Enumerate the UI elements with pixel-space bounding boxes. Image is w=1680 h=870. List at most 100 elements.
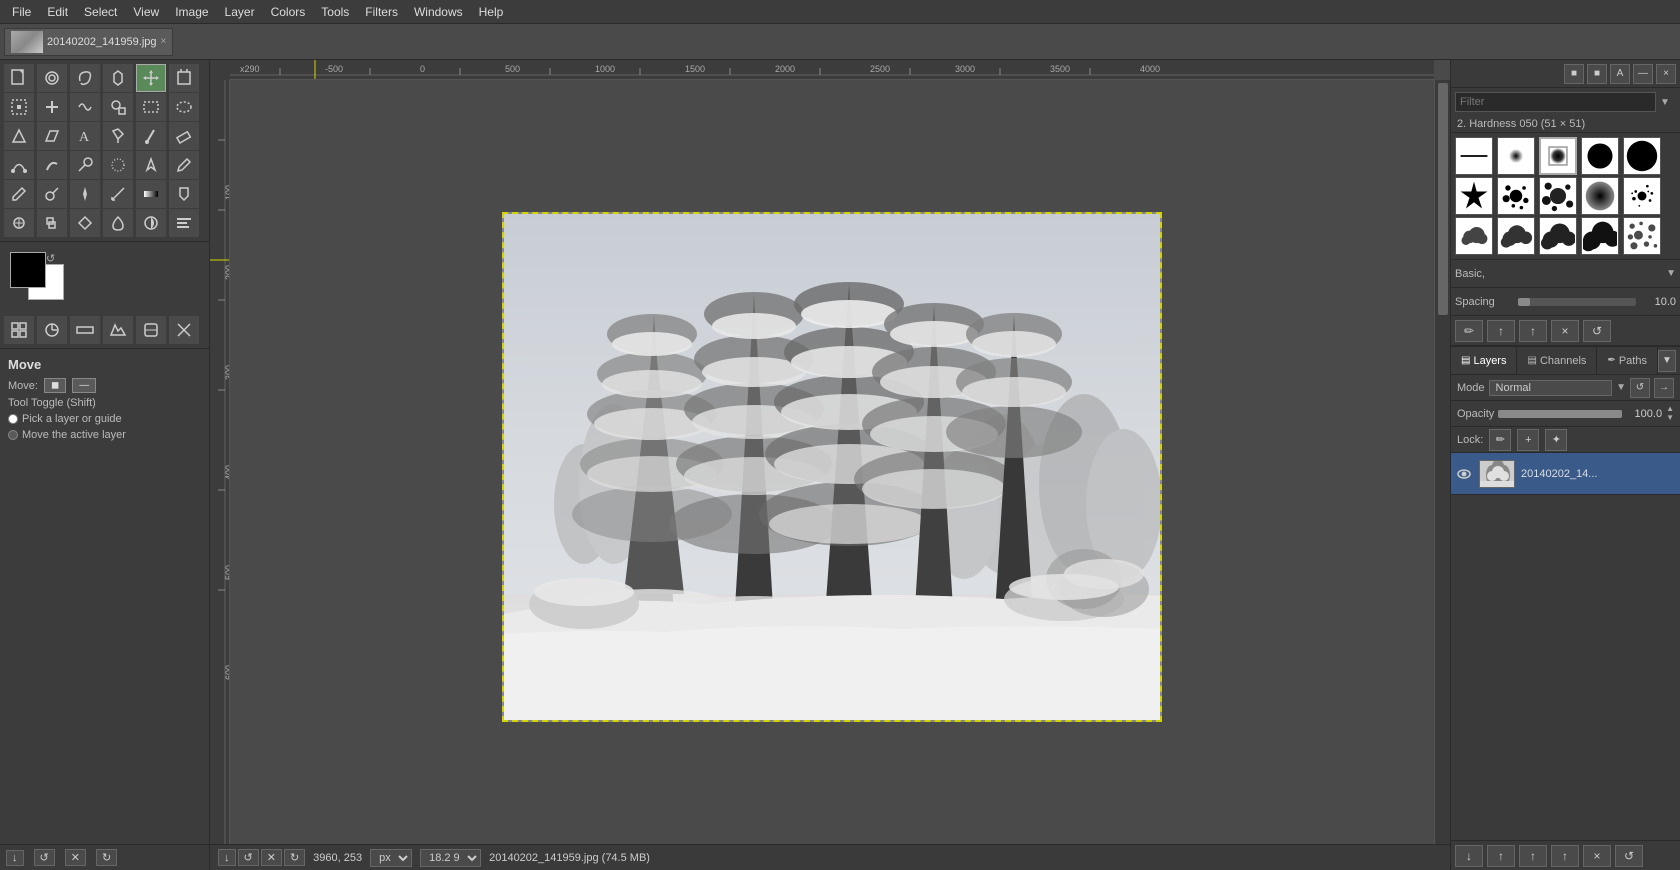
brush-item-very-large[interactable] [1623, 137, 1661, 175]
lock-btn-paint[interactable]: ✏ [1489, 429, 1511, 451]
status-undo-btn[interactable]: ↺ [238, 849, 259, 866]
brush-item-cloud2[interactable] [1497, 217, 1535, 255]
tool-dodge[interactable] [70, 151, 100, 179]
canvas-scrollbar-v-thumb[interactable] [1438, 83, 1448, 315]
panel-icon-square[interactable]: ■ [1564, 64, 1584, 84]
tool-select-ellipse[interactable] [169, 93, 199, 121]
brush-item-splat1[interactable] [1497, 177, 1535, 215]
layer-action-4[interactable]: ↑ [1551, 845, 1579, 867]
brush-item-hard-large[interactable] [1581, 137, 1619, 175]
brush-action-delete[interactable]: × [1551, 320, 1579, 342]
tool-paintbrush[interactable] [136, 122, 166, 150]
brush-filter-dropdown[interactable]: ▼ [1660, 97, 1676, 108]
lock-btn-add[interactable]: + [1517, 429, 1539, 451]
tool-heal[interactable] [37, 93, 67, 121]
tool-align[interactable] [169, 209, 199, 237]
undo-btn[interactable]: ↺ [34, 849, 55, 866]
brush-item-cloud1[interactable] [1455, 217, 1493, 255]
brush-item-star[interactable] [1455, 177, 1493, 215]
layers-panel-menu-btn[interactable]: ▼ [1658, 350, 1676, 372]
menu-edit[interactable]: Edit [39, 3, 76, 21]
brush-item-cloud3[interactable] [1539, 217, 1577, 255]
layers-mode-arrow[interactable]: ▼ [1616, 382, 1626, 393]
brush-filter-input[interactable] [1455, 92, 1656, 112]
lock-btn-alpha[interactable]: ✦ [1545, 429, 1567, 451]
brush-item-scatter[interactable] [1623, 217, 1661, 255]
status-unit-select[interactable]: px [370, 849, 412, 867]
layers-mode-reset[interactable]: ↺ [1630, 378, 1650, 398]
layer-action-delete[interactable]: × [1583, 845, 1611, 867]
tool-text[interactable]: A [70, 122, 100, 150]
layer-action-3[interactable]: ↑ [1519, 845, 1547, 867]
canvas-scrollbar-vertical[interactable] [1434, 80, 1450, 854]
layer-action-refresh[interactable]: ↺ [1615, 845, 1643, 867]
menu-tools[interactable]: Tools [313, 3, 357, 21]
brush-type-arrow[interactable]: ▼ [1666, 268, 1676, 279]
tool-measure[interactable] [103, 180, 133, 208]
tool-smudge[interactable] [37, 151, 67, 179]
menu-help[interactable]: Help [471, 3, 512, 21]
tool-gradient[interactable] [136, 180, 166, 208]
zoom-fit-btn[interactable]: ↻ [96, 849, 117, 866]
tab-close-button[interactable]: × [161, 36, 167, 47]
tool-scale[interactable] [4, 122, 34, 150]
tool-path[interactable] [4, 151, 34, 179]
layers-opacity-stepper[interactable]: ▲ ▼ [1666, 405, 1674, 423]
brush-item-cloud4[interactable] [1581, 217, 1619, 255]
tool-fill[interactable] [169, 180, 199, 208]
tool-extra-3[interactable] [70, 316, 100, 344]
layers-mode-apply[interactable]: → [1654, 378, 1674, 398]
tool-convolve[interactable] [70, 209, 100, 237]
status-refresh-btn[interactable]: ↻ [284, 849, 305, 866]
brush-action-up[interactable]: ↑ [1487, 320, 1515, 342]
panel-icon-close[interactable]: × [1656, 64, 1676, 84]
layer-action-2[interactable]: ↑ [1487, 845, 1515, 867]
canvas-scroll[interactable] [230, 80, 1434, 854]
move-toggle-btn1[interactable]: ◼ [44, 378, 66, 393]
brush-item-soft-sm[interactable] [1497, 137, 1535, 175]
brush-item-line[interactable] [1455, 137, 1493, 175]
layer-visibility-toggle[interactable] [1455, 465, 1473, 483]
tool-pencil2[interactable] [4, 180, 34, 208]
tool-airbrush[interactable] [37, 180, 67, 208]
tab-channels[interactable]: ▤ Channels [1517, 347, 1597, 374]
tool-sharpen[interactable] [136, 151, 166, 179]
option-radio-2[interactable] [8, 430, 18, 440]
image-tab[interactable]: 20140202_141959.jpg × [4, 28, 173, 56]
tool-warp[interactable] [70, 93, 100, 121]
panel-icon-dash[interactable]: — [1633, 64, 1653, 84]
tool-fuzzy-select[interactable] [103, 64, 133, 92]
option-radio-1[interactable] [8, 414, 18, 424]
tool-heal2[interactable] [4, 209, 34, 237]
menu-view[interactable]: View [125, 3, 167, 21]
tab-paths[interactable]: ✒ Paths [1597, 347, 1658, 374]
tool-extra-4[interactable] [103, 316, 133, 344]
menu-file[interactable]: File [4, 3, 39, 21]
tool-bucket[interactable] [103, 122, 133, 150]
save-btn[interactable]: ↓ [6, 850, 24, 866]
spacing-bar[interactable] [1518, 298, 1636, 306]
menu-colors[interactable]: Colors [263, 3, 314, 21]
panel-icon-square2[interactable]: ■ [1587, 64, 1607, 84]
status-delete-btn[interactable]: ✕ [261, 849, 282, 866]
brush-action-new[interactable]: ↑ [1519, 320, 1547, 342]
menu-select[interactable]: Select [76, 3, 125, 21]
tool-transform[interactable] [4, 93, 34, 121]
menu-image[interactable]: Image [167, 3, 216, 21]
layers-opacity-bar[interactable] [1498, 410, 1622, 418]
status-zoom-select[interactable]: 18.2 9 [420, 849, 481, 867]
brush-action-refresh[interactable]: ↺ [1583, 320, 1611, 342]
tool-select-rect[interactable] [136, 93, 166, 121]
opacity-down-arrow[interactable]: ▼ [1666, 414, 1674, 423]
foreground-color-swatch[interactable] [10, 252, 46, 288]
color-reset-icon[interactable]: ↺ [46, 252, 55, 265]
tool-colorpicker[interactable] [169, 151, 199, 179]
tool-burn[interactable] [103, 209, 133, 237]
layer-row-0[interactable]: 20140202_14... [1451, 453, 1680, 495]
brush-item-hard-med[interactable] [1539, 137, 1577, 175]
brush-action-edit[interactable]: ✏ [1455, 320, 1483, 342]
move-toggle-btn2[interactable]: — [72, 378, 96, 393]
tool-eraser[interactable] [169, 122, 199, 150]
status-save-btn[interactable]: ↓ [218, 849, 236, 866]
tool-ink[interactable] [70, 180, 100, 208]
